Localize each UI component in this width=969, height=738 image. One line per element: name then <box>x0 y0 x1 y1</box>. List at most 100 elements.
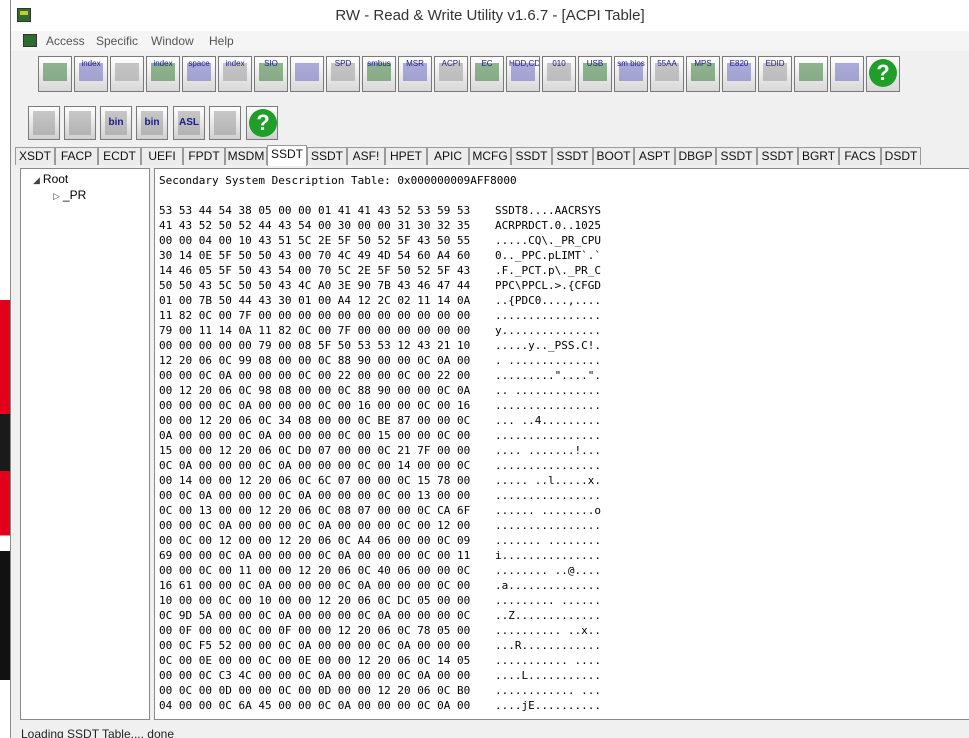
index-memory-button[interactable]: index <box>146 56 180 92</box>
save-bin-button[interactable]: bin <box>100 106 132 140</box>
hex-bytes: 00 00 0C 00 11 00 00 12 20 06 0C 40 06 0… <box>159 564 471 577</box>
tab-xsdt-0[interactable]: XSDT <box>15 147 55 165</box>
help-icon: ? <box>869 59 897 87</box>
menu-access[interactable]: Access <box>46 34 85 48</box>
tree-item-root[interactable]: ◢ Root <box>33 172 68 186</box>
title-bar[interactable]: RW - Read & Write Utility v1.6.7 - [ACPI… <box>11 0 969 32</box>
tab-ssdt-6[interactable]: SSDT <box>267 145 307 166</box>
hex-ascii: .a.............. <box>495 579 601 592</box>
help-button[interactable]: ? <box>866 56 900 92</box>
toolbar-button-label: HDD,CD <box>509 59 540 68</box>
tools-icon <box>835 63 859 81</box>
hex-ascii: ........... .... <box>495 654 601 667</box>
hex-bytes: 53 53 44 54 38 05 00 00 01 41 41 43 52 5… <box>159 204 471 217</box>
tab-ssdt-13[interactable]: SSDT <box>552 147 593 165</box>
tree-item-pr[interactable]: ▷ _PR <box>53 188 86 202</box>
menu-bar: Access Specific Window Help <box>11 31 969 51</box>
hex-ascii: .....y.._PSS.C!. <box>495 339 601 352</box>
command-prompt-button[interactable] <box>794 56 828 92</box>
menu-window[interactable]: Window <box>151 34 194 48</box>
io-space-button[interactable]: space <box>182 56 216 92</box>
hdd-cd-button[interactable]: HDD,CD <box>506 56 540 92</box>
hex-dump-panel[interactable]: Secondary System Description Table: 0x00… <box>154 168 969 720</box>
msr-button[interactable]: MSR <box>398 56 432 92</box>
toolbar-button-label: USB <box>586 59 604 68</box>
hex-ascii: ....... ........ <box>495 534 601 547</box>
hex-ascii: ...... ........o <box>495 504 601 517</box>
save-all-bin-button[interactable]: bin <box>136 106 168 140</box>
hex-row: 0C 9D 5A 00 00 0C 0A 00 00 00 0C 0A 00 0… <box>159 608 601 623</box>
binoculars-button[interactable] <box>209 106 241 140</box>
hex-row: 00 0C F5 52 00 00 0C 0A 00 00 00 0C 0A 0… <box>159 638 601 653</box>
tools-button[interactable] <box>830 56 864 92</box>
hex-bytes: 11 82 0C 00 7F 00 00 00 00 00 00 00 00 0… <box>159 309 471 322</box>
hex-bytes: 0C 0A 00 00 00 0C 0A 00 00 00 0C 00 14 0… <box>159 459 471 472</box>
memory-button[interactable] <box>110 56 144 92</box>
tab-asf-8[interactable]: ASF! <box>347 147 385 165</box>
acpi-button[interactable]: ACPI <box>434 56 468 92</box>
tab-facp-1[interactable]: FACP <box>55 147 98 165</box>
acpi-tree-panel[interactable]: ◢ Root ▷ _PR <box>20 168 150 720</box>
55aa-button[interactable]: 55AA <box>650 56 684 92</box>
tab-dbgp-16[interactable]: DBGP <box>675 147 716 165</box>
hex-ascii: ........."....". <box>495 369 601 382</box>
tab-apic-10[interactable]: APIC <box>427 147 469 165</box>
asl-button[interactable]: ASL <box>173 106 205 140</box>
hex-ascii: . .............. <box>495 354 601 367</box>
sio-button[interactable]: SIO <box>254 56 288 92</box>
hex-ascii: ......... ...... <box>495 594 601 607</box>
mdi-child-icon[interactable] <box>23 34 37 47</box>
smbus-button[interactable]: smbus <box>362 56 396 92</box>
smbios-button[interactable]: sm bios <box>614 56 648 92</box>
hex-ascii: ....L........... <box>495 669 601 682</box>
io-index-button[interactable]: index <box>218 56 252 92</box>
memory-icon <box>115 63 139 81</box>
expanded-triangle-icon[interactable]: ◢ <box>33 175 40 185</box>
tab-hpet-9[interactable]: HPET <box>385 147 427 165</box>
hex-row: 01 00 7B 50 44 43 30 01 00 A4 12 2C 02 1… <box>159 293 601 308</box>
mps-button[interactable]: MPS <box>686 56 720 92</box>
tab-ssdt-12[interactable]: SSDT <box>511 147 552 165</box>
tab-dsdt-21[interactable]: DSDT <box>881 147 921 165</box>
hex-bytes: 00 0F 00 00 0C 00 0F 00 00 12 20 06 0C 7… <box>159 624 471 637</box>
usb-button[interactable]: USB <box>578 56 612 92</box>
oscilloscope-button[interactable] <box>290 56 324 92</box>
hex-010-button[interactable]: 010 <box>542 56 576 92</box>
hex-ascii: 0.._PPC.pLIMT`.` <box>495 249 601 262</box>
tab-fpdt-4[interactable]: FPDT <box>183 147 225 165</box>
pci-card-button[interactable] <box>38 56 72 92</box>
tab-msdm-5[interactable]: MSDM <box>225 147 267 165</box>
menu-help[interactable]: Help <box>209 34 234 48</box>
tab-ssdt-17[interactable]: SSDT <box>716 147 757 165</box>
tab-boot-14[interactable]: BOOT <box>593 147 634 165</box>
toolbar-button-label: smbus <box>367 59 391 68</box>
save-button[interactable] <box>28 106 60 140</box>
tab-ecdt-2[interactable]: ECDT <box>98 147 141 165</box>
tab-facs-20[interactable]: FACS <box>839 147 881 165</box>
hex-bytes: 50 50 43 5C 50 50 43 4C A0 3E 90 7B 43 4… <box>159 279 471 292</box>
e820-button[interactable]: E820 <box>722 56 756 92</box>
hex-bytes: 00 00 0C 0A 00 00 00 0C 00 22 00 00 0C 0… <box>159 369 471 382</box>
index-card-button[interactable]: index <box>74 56 108 92</box>
hex-bytes: 00 00 0C C3 4C 00 00 0C 0A 00 00 00 0C 0… <box>159 669 471 682</box>
hex-bytes: 00 00 00 0C 0A 00 00 00 0C 00 16 00 00 0… <box>159 399 471 412</box>
hex-bytes: 79 00 11 14 0A 11 82 0C 00 7F 00 00 00 0… <box>159 324 471 337</box>
tab-ssdt-7[interactable]: SSDT <box>307 147 347 165</box>
spd-button[interactable]: SPD <box>326 56 360 92</box>
toolbar-button-label: index <box>225 59 245 68</box>
tab-uefi-3[interactable]: UEFI <box>141 147 183 165</box>
help-icon: ? <box>249 109 277 137</box>
tab-mcfg-11[interactable]: MCFG <box>469 147 511 165</box>
menu-specific[interactable]: Specific <box>96 34 138 48</box>
hex-row: 69 00 00 0C 0A 00 00 00 0C 0A 00 00 00 0… <box>159 548 601 563</box>
tab-ssdt-18[interactable]: SSDT <box>757 147 798 165</box>
toolbar-button-label: bin <box>144 117 160 128</box>
tab-bgrt-19[interactable]: BGRT <box>798 147 839 165</box>
collapsed-triangle-icon[interactable]: ▷ <box>53 191 60 201</box>
help-button[interactable]: ? <box>246 106 278 140</box>
tab-aspt-15[interactable]: ASPT <box>634 147 675 165</box>
save-all-button[interactable] <box>64 106 96 140</box>
hex-bytes: 00 0C 00 0D 00 00 0C 00 0D 00 00 12 20 0… <box>159 684 471 697</box>
edid-button[interactable]: EDID <box>758 56 792 92</box>
ec-button[interactable]: EC <box>470 56 504 92</box>
